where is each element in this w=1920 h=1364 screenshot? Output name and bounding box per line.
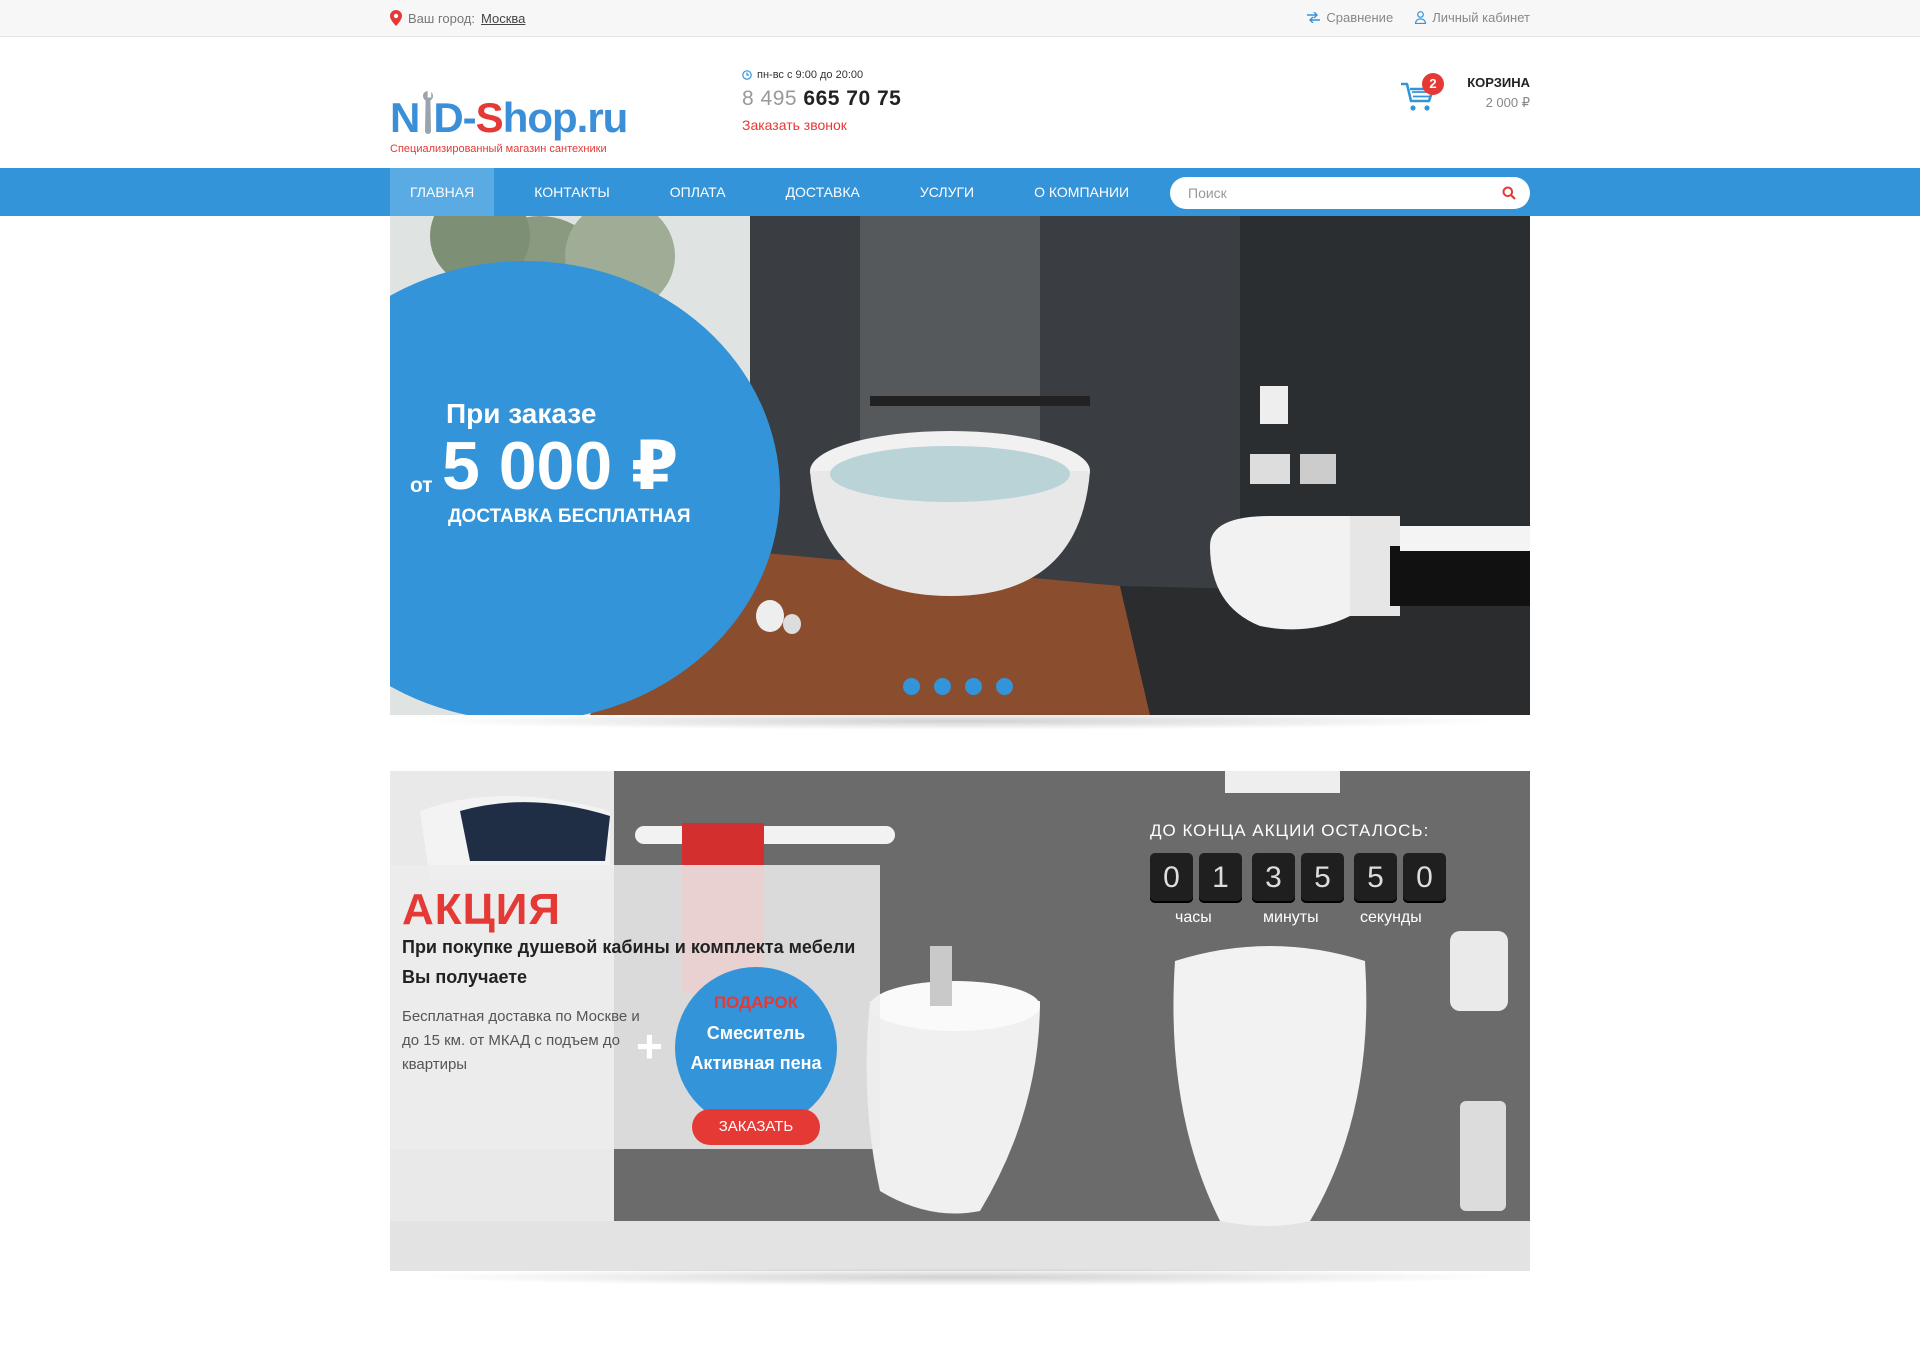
hours-label: часы — [1175, 909, 1212, 926]
hours-text: пн-вс с 9:00 до 20:00 — [757, 69, 864, 81]
slider-dot-1[interactable] — [903, 678, 920, 695]
seconds-label: секунды — [1360, 909, 1422, 926]
city-selector[interactable]: Ваш город: Москва — [390, 10, 525, 26]
digit-hours-1: 0 — [1150, 853, 1193, 903]
work-hours: пн-вс с 9:00 до 20:00 — [742, 69, 901, 81]
hero-line3: ДОСТАВКА БЕСПЛАТНАЯ — [448, 506, 691, 527]
phone-number[interactable]: 8 495 665 70 75 — [742, 87, 901, 111]
nav-item-payment[interactable]: ОПЛАТА — [650, 168, 746, 216]
gift-title: ПОДАРОК — [713, 993, 799, 1012]
city-value[interactable]: Москва — [481, 11, 525, 26]
hero-line1: При заказе — [446, 398, 597, 429]
hero-amount: 5 000 ₽ — [442, 428, 679, 504]
callback-link[interactable]: Заказать звонок — [742, 117, 901, 133]
user-icon — [1415, 11, 1427, 24]
order-button[interactable]: ЗАКАЗАТЬ — [692, 1109, 820, 1145]
digit-hours-2: 1 — [1199, 853, 1242, 903]
promo-line1: При покупке душевой кабины и комплекта м… — [402, 937, 856, 957]
hero-from: от — [410, 474, 433, 497]
promo-shadow — [410, 1268, 1510, 1286]
promo-title: АКЦИЯ — [402, 885, 562, 934]
gift-circle: ПОДАРОК Смеситель Активная пена — [675, 967, 837, 1129]
nav-item-about[interactable]: О КОМПАНИИ — [1014, 168, 1149, 216]
nav-item-services[interactable]: УСЛУГИ — [900, 168, 994, 216]
phone-code: 8 495 — [742, 87, 798, 110]
slider-dot-3[interactable] — [965, 678, 982, 695]
site-logo[interactable]: N D-Shop.ru Специализированный магазин са… — [390, 61, 630, 155]
city-label: Ваш город: — [408, 10, 475, 26]
top-bar: Ваш город: Москва Сравнение Личный кабин… — [0, 0, 1920, 37]
phone-main: 665 70 75 — [803, 87, 902, 110]
slider-dot-4[interactable] — [996, 678, 1013, 695]
gift-item-2: Активная пена — [690, 1053, 822, 1073]
cart-sum: 2 000 ₽ — [1485, 95, 1530, 110]
compare-label: Сравнение — [1326, 10, 1394, 25]
promo-description: Бесплатная доставка по Москве и до 15 км… — [402, 1008, 640, 1073]
cart-title: КОРЗИНА — [1467, 75, 1530, 90]
logo-subtitle: Специализированный магазин сантехники — [390, 143, 607, 155]
cart-count-badge: 2 — [1422, 73, 1444, 95]
plus-icon: + — [636, 1020, 663, 1072]
digit-minutes-2: 5 — [1301, 853, 1344, 903]
countdown-timer: ДО КОНЦА АКЦИИ ОСТАЛОСЬ: 0 1 3 5 5 0 час… — [1150, 821, 1450, 926]
hero-slider: При заказе от 5 000 ₽ ДОСТАВКА БЕСПЛАТНА… — [390, 216, 1530, 715]
promo-panel: АКЦИЯ При покупке душевой кабины и компл… — [390, 865, 880, 1149]
search-box — [1170, 177, 1530, 209]
digit-minutes-1: 3 — [1252, 853, 1295, 903]
cart[interactable]: 2 КОРЗИНА 2 000 ₽ — [1400, 71, 1530, 121]
compare-arrows-icon — [1307, 12, 1321, 23]
account-label: Личный кабинет — [1432, 10, 1530, 25]
nav-item-home[interactable]: ГЛАВНАЯ — [390, 168, 495, 216]
compare-link[interactable]: Сравнение — [1307, 10, 1393, 25]
wrench-icon — [423, 91, 433, 134]
minutes-label: минуты — [1263, 909, 1319, 926]
nav-item-delivery[interactable]: ДОСТАВКА — [766, 168, 880, 216]
gift-item-1: Смеситель — [706, 1023, 806, 1043]
slider-dot-2[interactable] — [934, 678, 951, 695]
digit-seconds-2: 0 — [1403, 853, 1446, 903]
promo-line2: Вы получаете — [402, 967, 528, 987]
account-link[interactable]: Личный кабинет — [1415, 10, 1530, 25]
search-icon[interactable] — [1502, 186, 1516, 200]
countdown-digits: 0 1 3 5 5 0 — [1150, 853, 1452, 903]
hero-shadow — [410, 712, 1510, 730]
countdown-title: ДО КОНЦА АКЦИИ ОСТАЛОСЬ: — [1150, 821, 1430, 840]
contact-box: пн-вс с 9:00 до 20:00 8 495 665 70 75 За… — [742, 69, 901, 133]
search-input[interactable] — [1188, 177, 1488, 209]
promo-banner: АКЦИЯ При покупке душевой кабины и компл… — [390, 771, 1530, 1271]
digit-seconds-1: 5 — [1354, 853, 1397, 903]
main-nav: ГЛАВНАЯ КОНТАКТЫ ОПЛАТА ДОСТАВКА УСЛУГИ … — [0, 168, 1920, 216]
location-pin-icon — [390, 10, 402, 26]
clock-icon — [742, 70, 752, 80]
nav-item-contacts[interactable]: КОНТАКТЫ — [514, 168, 630, 216]
slider-dots — [903, 678, 1013, 695]
